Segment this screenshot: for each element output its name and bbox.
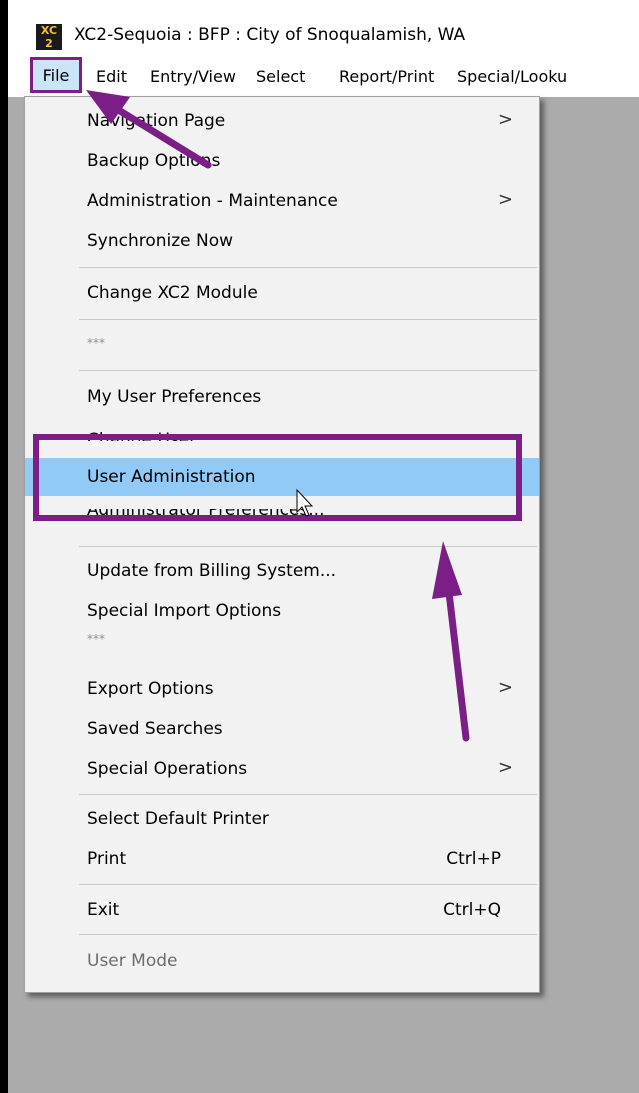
menu-separator (79, 546, 537, 547)
menu-separator (79, 319, 537, 320)
submenu-arrow-icon: > (497, 109, 513, 130)
menu-item-saved-searches[interactable]: Saved Searches (25, 712, 539, 746)
menu-separator (79, 934, 537, 935)
menu-separator (79, 794, 537, 795)
menu-separator (79, 267, 537, 268)
menu-item-label: User Administration (87, 467, 256, 487)
menu-item-update-from-billing[interactable]: Update from Billing System... (25, 554, 539, 588)
menu-item-print[interactable]: Print Ctrl+P (25, 842, 539, 876)
menu-separator (79, 884, 537, 885)
menu-item-label: *** (87, 336, 105, 350)
menu-item-export-options[interactable]: Export Options > (25, 672, 539, 706)
menu-select[interactable]: Select (256, 67, 305, 86)
menu-item-label: My User Preferences (87, 387, 262, 407)
menu-separator (79, 370, 537, 371)
menu-item-label: Select Default Printer (87, 809, 269, 829)
file-dropdown-menu: Navigation Page > Backup Options Adminis… (24, 96, 540, 993)
menu-item-label: Administration - Maintenance (87, 191, 338, 211)
menu-edit[interactable]: Edit (96, 67, 127, 86)
menu-item-label: Exit (87, 900, 120, 920)
menu-item-exit[interactable]: Exit Ctrl+Q (25, 893, 539, 927)
submenu-arrow-icon: > (497, 757, 513, 778)
menu-item-label: User Mode (87, 951, 178, 971)
menu-item-label: Special Operations (87, 759, 248, 779)
menu-item-label: Synchronize Now (87, 231, 234, 251)
menu-entry-view[interactable]: Entry/View (150, 67, 236, 86)
app-icon-glyph-top: XC (40, 24, 58, 37)
menu-item-backup-options[interactable]: Backup Options (25, 144, 539, 178)
menu-item-synchronize-now[interactable]: Synchronize Now (25, 224, 539, 258)
menu-item-label: Special Import Options (87, 601, 282, 621)
menu-item-label: Print (87, 849, 127, 869)
menu-report-print[interactable]: Report/Print (339, 67, 434, 86)
menu-item-label: Export Options (87, 679, 214, 699)
menu-item-special-operations[interactable]: Special Operations > (25, 752, 539, 786)
menu-item-user-administration[interactable]: User Administration (25, 458, 539, 496)
submenu-arrow-icon: > (497, 677, 513, 698)
menu-item-administration-maintenance[interactable]: Administration - Maintenance > (25, 184, 539, 218)
xc2-app-icon: XC 2 (36, 24, 62, 50)
menu-item-select-default-printer[interactable]: Select Default Printer (25, 802, 539, 836)
menu-item-change-xc2-module[interactable]: Change XC2 Module (25, 276, 539, 310)
window-title: XC2-Sequoia : BFP : City of Snoqualamish… (74, 25, 466, 45)
menu-item-navigation-page[interactable]: Navigation Page > (25, 104, 539, 138)
menu-item-label: Change XC2 Module (87, 283, 258, 303)
app-icon-glyph-bottom: 2 (45, 37, 53, 50)
menu-item-placeholder: *** (25, 326, 539, 360)
menu-item-placeholder: *** (25, 622, 539, 656)
menu-item-label: Update from Billing System... (87, 561, 337, 581)
menu-item-shortcut: Ctrl+P (446, 849, 501, 869)
menu-item-change-user[interactable]: Change User (87, 430, 196, 441)
menu-item-label: Backup Options (87, 151, 221, 171)
menu-file[interactable]: File (30, 57, 82, 93)
menu-item-label: Saved Searches (87, 719, 223, 739)
menu-item-administrator-preferences[interactable]: Administrator Preferences... (87, 509, 325, 521)
menu-item-label: *** (87, 632, 105, 646)
menu-bar: File Edit Entry/View Select Report/Print… (8, 55, 639, 97)
menu-item-label: Administrator Preferences... (87, 509, 325, 520)
menu-item-shortcut: Ctrl+Q (443, 900, 501, 920)
menu-item-label: Navigation Page (87, 111, 226, 131)
title-bar: XC 2 XC2-Sequoia : BFP : City of Snoqual… (8, 0, 639, 55)
menu-item-my-user-preferences[interactable]: My User Preferences (25, 380, 539, 414)
menu-item-user-mode: User Mode (25, 944, 539, 978)
menu-special-lookup[interactable]: Special/Looku (457, 67, 567, 86)
submenu-arrow-icon: > (497, 189, 513, 210)
